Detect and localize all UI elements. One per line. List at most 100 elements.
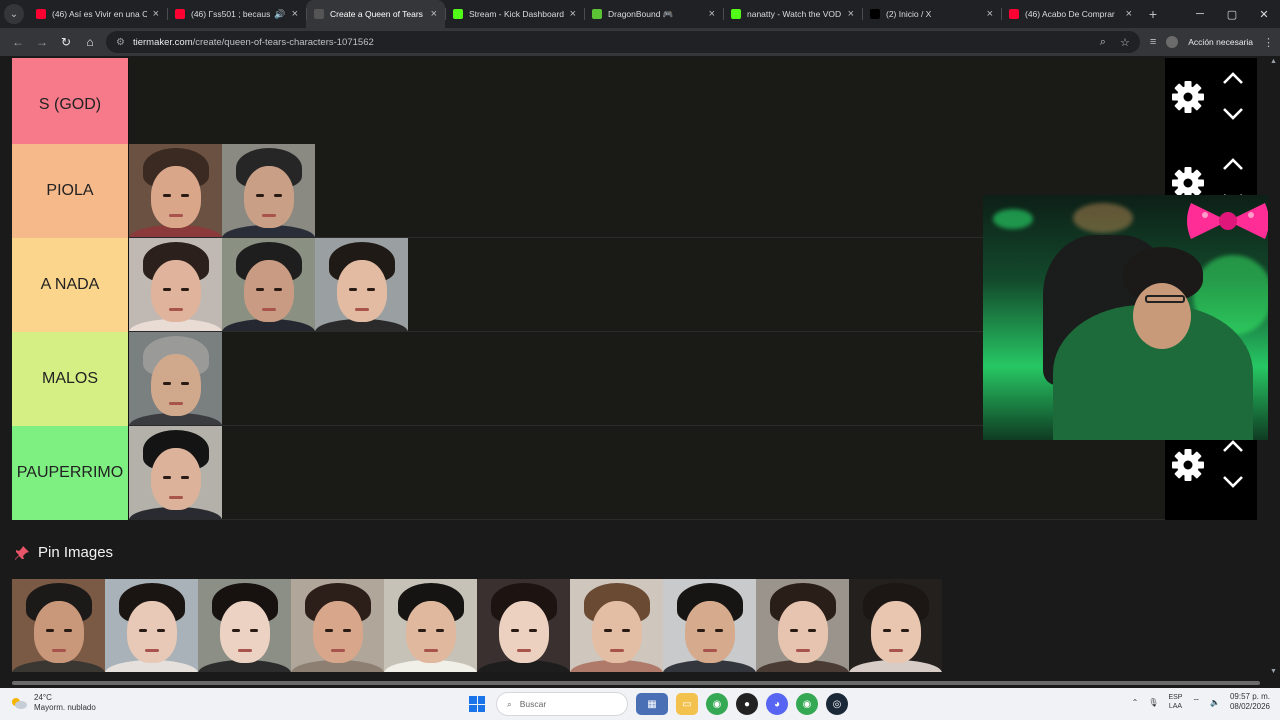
tab-title: (46) Γss501 ; because [191,9,271,19]
obs-icon[interactable]: ● [736,693,758,715]
youtube-icon [1009,9,1019,19]
browser-tab-strip: ⌄ (46) Así es Vivir en una Ca × (46) Γss50… [0,0,1280,28]
language-indicator[interactable]: ESP LAA [1168,693,1182,711]
pool-man-2[interactable] [384,579,477,672]
steam-icon[interactable]: ◎ [826,693,848,715]
weather-description: Mayorm. nublado [34,703,96,712]
close-tab-icon[interactable]: × [570,8,576,20]
pool-woman-7[interactable] [849,579,942,672]
pool-woman-5[interactable] [570,579,663,672]
media-controls-icon[interactable]: ≡ [1150,36,1156,48]
taskbar-search[interactable]: ⌕ Buscar [496,692,628,716]
windows-taskbar: 24°C Mayorm. nublado ⌕ Buscar ▦ ▭ ◉ ● ◕ … [0,688,1280,720]
tier-row: S (GOD) [12,58,1165,152]
browser-tab[interactable]: Stream - Kick Dashboard × [445,0,584,28]
pool-woman-1[interactable] [105,579,198,672]
tier-label[interactable]: PAUPERRIMO [12,426,129,520]
browser-tab[interactable]: (2) Inicio / X × [862,0,1001,28]
weather-widget[interactable]: 24°C Mayorm. nublado [10,693,96,713]
address-bar[interactable]: ⚙ tiermaker.com /create/queen-of-tears-c… [106,31,1140,53]
horizontal-scrollbar[interactable] [0,678,1280,688]
maximize-button[interactable]: ▢ [1216,0,1248,28]
close-tab-icon[interactable]: × [709,8,715,20]
close-tab-icon[interactable]: × [987,8,993,20]
browser-tab[interactable]: (46) Así es Vivir en una Ca × [28,0,167,28]
forward-button[interactable]: → [30,30,54,54]
back-button[interactable]: ← [6,30,30,54]
close-tab-icon[interactable]: × [292,8,298,20]
windows-start-button[interactable] [466,693,488,715]
pool-woman-4[interactable] [477,579,570,672]
speaker-icon[interactable]: 🔈 [1210,698,1220,707]
portrait-woman-bob[interactable] [129,238,222,331]
tab-audio-icon[interactable]: 🔊 [274,9,285,20]
close-tab-icon[interactable]: × [153,8,159,20]
pool-woman-2[interactable] [198,579,291,672]
pool-woman-6[interactable] [756,579,849,672]
scroll-down-icon[interactable]: ▼ [1270,668,1277,675]
tier-items[interactable] [129,426,222,520]
chevron-up-icon[interactable] [1221,154,1245,174]
portrait-man-bowl[interactable] [222,144,315,237]
vertical-scrollbar[interactable] [1268,56,1280,688]
portrait-man-suit[interactable] [222,238,315,331]
microphone-icon[interactable]: 🎙 [1148,698,1158,707]
portrait-woman-older[interactable] [129,144,222,237]
game-app-icon[interactable]: ▦ [636,693,668,715]
close-tab-icon[interactable]: × [848,8,854,20]
home-button[interactable]: ⌂ [78,30,102,54]
chevron-up-icon[interactable] [1221,68,1245,88]
pool-woman-3[interactable] [291,579,384,672]
tier-label[interactable]: S (GOD) [12,58,129,152]
menu-kebab-icon[interactable]: ⋮ [1263,36,1274,49]
browser-tab[interactable]: (46) Acabo De Comprar × [1001,0,1140,28]
portrait-young-man[interactable] [315,238,408,331]
tier-label[interactable]: MALOS [12,332,129,426]
portrait-man-dark-hair[interactable] [129,426,222,519]
browser-tab[interactable]: (46) Γss501 ; because 🔊 × [167,0,306,28]
tier-items[interactable] [129,332,222,426]
tier-controls-cell [1165,426,1257,520]
dragonbound-icon [592,9,602,19]
tab-search-button[interactable]: ⌄ [0,0,28,28]
tier-controls-cell [1165,58,1257,152]
youtube-icon [36,9,46,19]
browser-tab[interactable]: DragonBound 🎮 × [584,0,723,28]
gear-icon[interactable] [1171,80,1205,114]
browser-tab[interactable]: Create a Queen of Tears C × [306,0,445,28]
browser-tab[interactable]: nanatty - Watch the VOD × [723,0,862,28]
portrait-elder-man[interactable] [129,332,222,425]
minimize-button[interactable]: ─ [1184,0,1216,28]
browser-toolbar: ← → ↻ ⌂ ⚙ tiermaker.com /create/queen-of… [0,28,1280,56]
tier-label[interactable]: PIOLA [12,144,129,238]
chrome-profile-icon[interactable]: ◉ [796,693,818,715]
chevron-down-icon[interactable] [1221,104,1245,124]
site-info-icon[interactable]: ⚙ [116,37,125,48]
scrollbar-thumb[interactable] [12,681,1260,685]
scroll-up-icon[interactable]: ▲ [1270,58,1277,65]
profile-avatar[interactable] [1166,36,1179,48]
new-tab-button[interactable]: + [1140,6,1166,22]
tab-title: Stream - Kick Dashboard [469,9,564,19]
pool-man-3[interactable] [663,579,756,672]
action-needed-button[interactable]: Acción necesaria [1188,37,1253,47]
tier-items[interactable] [129,144,315,238]
close-tab-icon[interactable]: × [1126,8,1132,20]
tier-label[interactable]: A NADA [12,238,129,332]
wifi-icon[interactable]: ⌔ [1192,697,1200,707]
language-code: ESP [1168,694,1183,701]
close-tab-icon[interactable]: × [431,8,437,20]
gear-icon[interactable] [1171,448,1205,482]
chevron-up-icon[interactable]: ⌃ [1132,698,1139,707]
reload-button[interactable]: ↻ [54,30,78,54]
chevron-down-icon[interactable] [1221,472,1245,492]
pool-man-1[interactable] [12,579,105,672]
clock[interactable]: 09:57 p. m. 08/02/2026 [1230,692,1270,712]
chrome-icon[interactable]: ◉ [706,693,728,715]
bookmark-star-icon[interactable]: ☆ [1120,36,1130,49]
tier-items[interactable] [129,238,408,332]
discord-icon[interactable]: ◕ [766,693,788,715]
zoom-icon[interactable]: ⌕ [1100,36,1106,49]
close-window-button[interactable]: ✕ [1248,0,1280,28]
file-explorer-icon[interactable]: ▭ [676,693,698,715]
